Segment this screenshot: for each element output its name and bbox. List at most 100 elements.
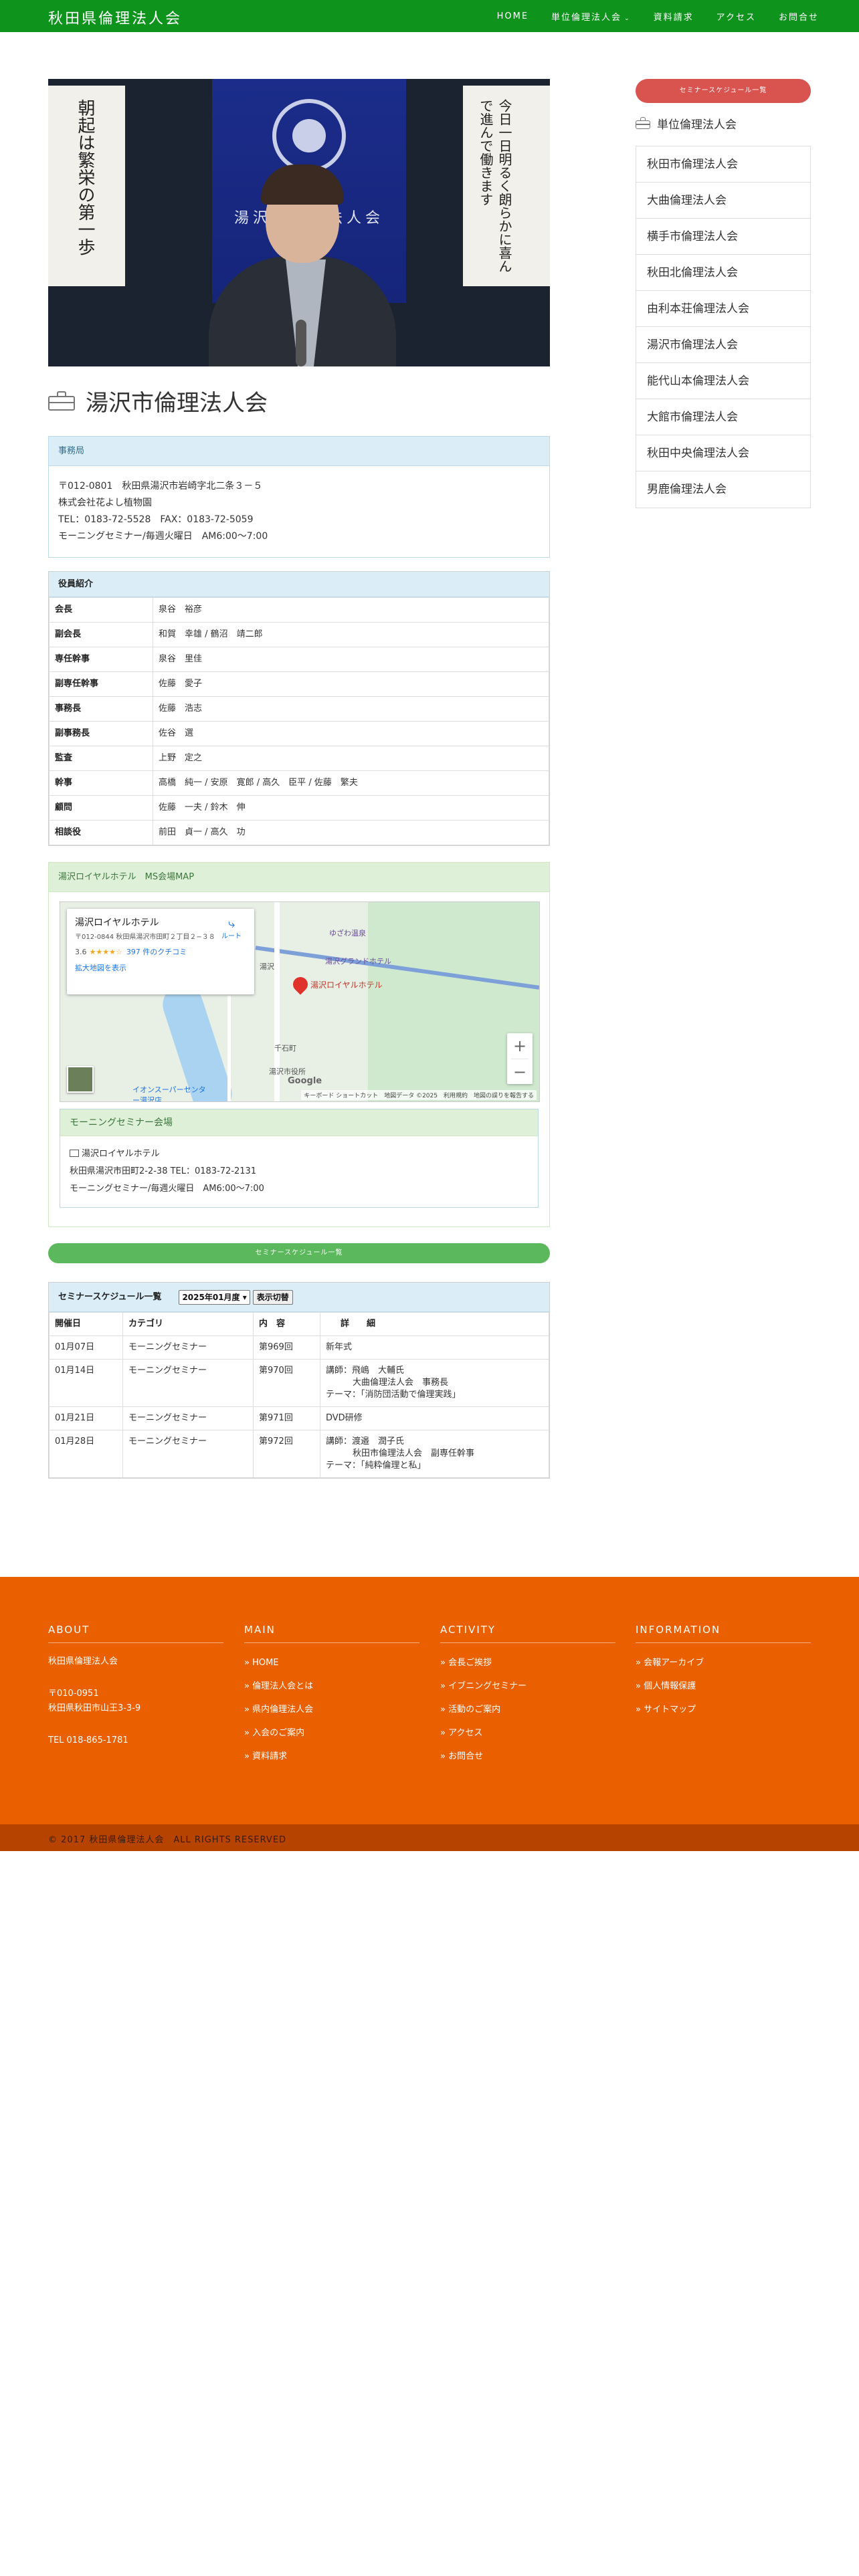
map-satellite-toggle[interactable] bbox=[67, 1066, 94, 1093]
row-content: 第971回 bbox=[253, 1406, 320, 1430]
detail-line: DVD研修 bbox=[326, 1413, 363, 1423]
map-panel-heading: 湯沢ロイヤルホテル MS会場MAP bbox=[49, 863, 549, 892]
row-date: 01月07日 bbox=[49, 1335, 123, 1360]
sidebar-unit-list: 秋田市倫理法人会 大曲倫理法人会 横手市倫理法人会 秋田北倫理法人会 由利本荘倫… bbox=[636, 146, 811, 508]
footer-link-access[interactable]: » アクセス bbox=[440, 1721, 615, 1745]
seminar-schedule-button[interactable]: セミナースケジュール一覧 bbox=[48, 1243, 550, 1263]
nav-request[interactable]: 資料請求 bbox=[654, 10, 694, 23]
footer-link-archive[interactable]: » 会報アーカイブ bbox=[636, 1651, 811, 1675]
office-address: 〒012-0801 秋田県湯沢市岩崎字北二条３－５ bbox=[58, 481, 263, 492]
nav-home[interactable]: HOME bbox=[497, 11, 529, 21]
footer-link-join[interactable]: » 入会のご案内 bbox=[244, 1721, 419, 1745]
footer-address: 秋田県秋田市山王3-3-9 bbox=[48, 1703, 141, 1713]
sidebar: セミナースケジュール一覧 単位倫理法人会 秋田市倫理法人会 大曲倫理法人会 横手… bbox=[636, 79, 811, 508]
table-row: 副事務長 佐谷 選 bbox=[49, 721, 549, 746]
row-content: 第970回 bbox=[253, 1359, 320, 1407]
schedule-heading-row: セミナースケジュール一覧 2025年01月度 ▾ 表示切替 bbox=[49, 1283, 549, 1312]
detail-line: 講師：飛嶋 大輔氏 bbox=[326, 1366, 405, 1376]
sidebar-item-omagari[interactable]: 大曲倫理法人会 bbox=[636, 183, 810, 219]
footer-link-evening-seminar[interactable]: » イブニングセミナー bbox=[440, 1675, 615, 1698]
directions-icon: ⤷ bbox=[227, 917, 235, 931]
nav-home-label: HOME bbox=[496, 11, 529, 21]
footer-main-heading: MAIN bbox=[244, 1624, 419, 1643]
footer-link-home[interactable]: » HOME bbox=[244, 1651, 419, 1675]
footer-information-heading: INFORMATION bbox=[636, 1624, 811, 1643]
col-date: 開催日 bbox=[49, 1312, 123, 1336]
officer-role: 副会長 bbox=[49, 622, 153, 647]
footer-link-request[interactable]: » 資料請求 bbox=[244, 1745, 419, 1768]
officers-panel: 役員紹介 会長 泉谷 裕彦 副会長 和賀 幸雄 / 鶴沼 靖二郎 専任幹事 泉谷 里佳… bbox=[48, 571, 550, 846]
table-row: 事務長 佐藤 浩志 bbox=[49, 696, 549, 722]
detail-line: テーマ：「消防団活動で倫理実践」 bbox=[326, 1390, 461, 1400]
footer-link-sitemap[interactable]: » サイトマップ bbox=[636, 1698, 811, 1721]
officer-names: 和賀 幸雄 / 鶴沼 靖二郎 bbox=[153, 622, 549, 647]
sidebar-item-yuzawa[interactable]: 湯沢市倫理法人会 bbox=[636, 327, 810, 363]
venue-schedule: モーニングセミナー/毎週火曜日 AM6:00〜7:00 bbox=[70, 1184, 264, 1194]
table-row: 01月14日 モーニングセミナー 第970回 講師：飛嶋 大輔氏 大曲倫理法人会… bbox=[49, 1359, 549, 1407]
map-larger-link[interactable]: 拡大地図を表示 bbox=[75, 962, 246, 973]
officer-names: 高橋 純一 / 安原 寛郎 / 高久 臣平 / 佐藤 繁夫 bbox=[153, 770, 549, 796]
office-company: 株式会社花よし植物園 bbox=[58, 498, 152, 508]
table-row: 副会長 和賀 幸雄 / 鶴沼 靖二郎 bbox=[49, 622, 549, 647]
nav-contact[interactable]: お問合せ bbox=[779, 10, 819, 23]
officers-heading: 役員紹介 bbox=[49, 572, 549, 597]
officers-table: 会長 泉谷 裕彦 副会長 和賀 幸雄 / 鶴沼 靖二郎 専任幹事 泉谷 里佳 副専任幹… bbox=[49, 597, 549, 845]
month-select-value: 2025年01月度 bbox=[182, 1292, 240, 1302]
footer-link-about-rinri[interactable]: » 倫理法人会とは bbox=[244, 1675, 419, 1698]
map-reviews-link[interactable]: 397 件のクチコミ bbox=[126, 948, 187, 956]
site-title[interactable]: 秋田県倫理法人会 bbox=[48, 7, 182, 28]
row-date: 01月28日 bbox=[49, 1430, 123, 1478]
footer-activity-heading: ACTIVITY bbox=[440, 1624, 615, 1643]
footer-link-greeting[interactable]: » 会長ご挨拶 bbox=[440, 1651, 615, 1675]
map-attribution[interactable]: キーボード ショートカット 地図データ ©2025 利用規約 地図の誤りを報告す… bbox=[301, 1090, 537, 1100]
sidebar-item-akita[interactable]: 秋田市倫理法人会 bbox=[636, 146, 810, 183]
sidebar-item-akita-kita[interactable]: 秋田北倫理法人会 bbox=[636, 255, 810, 291]
footer-link-contact[interactable]: » お問合せ bbox=[440, 1745, 615, 1768]
office-panel: 事務局 〒012-0801 秋田県湯沢市岩崎字北二条３－５ 株式会社花よし植物園… bbox=[48, 436, 550, 558]
sidebar-item-odate[interactable]: 大館市倫理法人会 bbox=[636, 399, 810, 435]
footer-information: INFORMATION » 会報アーカイブ » 個人情報保護 » サイトマップ bbox=[636, 1624, 811, 1721]
officer-role: 顧問 bbox=[49, 795, 153, 821]
sidebar-item-noshiro-yamamoto[interactable]: 能代山本倫理法人会 bbox=[636, 363, 810, 399]
footer-link-units[interactable]: » 県内倫理法人会 bbox=[244, 1698, 419, 1721]
map-info-card: 湯沢ロイヤルホテル 〒012-0844 秋田県湯沢市田町２丁目２−３８ 3.6 ★… bbox=[67, 909, 254, 994]
month-select[interactable]: 2025年01月度 ▾ bbox=[179, 1289, 250, 1305]
sidebar-heading-row: 単位倫理法人会 bbox=[636, 115, 811, 132]
footer-tel: TEL 018-865-1781 bbox=[48, 1735, 128, 1745]
sidebar-item-akita-chuo[interactable]: 秋田中央倫理法人会 bbox=[636, 435, 810, 471]
footer-about: ABOUT 秋田県倫理法人会 〒010-0951 秋田県秋田市山王3-3-9 T… bbox=[48, 1624, 223, 1747]
map-label-onsen: ゆざわ温泉 bbox=[329, 929, 366, 938]
show-toggle-button[interactable]: 表示切替 bbox=[252, 1289, 293, 1305]
sidebar-seminar-schedule-button[interactable]: セミナースケジュール一覧 bbox=[636, 79, 811, 103]
zoom-in-button[interactable]: + bbox=[507, 1033, 533, 1059]
footer-link-activities[interactable]: » 活動のご案内 bbox=[440, 1698, 615, 1721]
nav-units[interactable]: 単位倫理法人会 ⌄ bbox=[551, 10, 631, 23]
detail-line: 大曲倫理法人会 事務長 bbox=[353, 1378, 449, 1388]
schedule-panel: セミナースケジュール一覧 2025年01月度 ▾ 表示切替 開催日 カテゴリ 内… bbox=[48, 1282, 550, 1479]
row-content: 第969回 bbox=[253, 1335, 320, 1360]
officer-role: 副事務長 bbox=[49, 721, 153, 746]
footer-link-privacy[interactable]: » 個人情報保護 bbox=[636, 1675, 811, 1698]
row-date: 01月14日 bbox=[49, 1359, 123, 1407]
zoom-out-button[interactable]: − bbox=[507, 1059, 533, 1085]
building-icon bbox=[70, 1150, 79, 1157]
sidebar-item-yokote[interactable]: 横手市倫理法人会 bbox=[636, 219, 810, 255]
map-wrap: ゆざわ温泉 湯沢グランドホテル 湯沢 千石町 湯沢市役所 イオンスーパーセンター… bbox=[49, 892, 549, 1226]
col-content: 内 容 bbox=[253, 1312, 320, 1336]
sidebar-item-oga[interactable]: 男鹿倫理法人会 bbox=[636, 471, 810, 508]
officer-names: 泉谷 里佳 bbox=[153, 647, 549, 672]
map-route-button[interactable]: ⤷ ルート bbox=[217, 917, 246, 941]
table-row: 会長 泉谷 裕彦 bbox=[49, 597, 549, 623]
embedded-map[interactable]: ゆざわ温泉 湯沢グランドホテル 湯沢 千石町 湯沢市役所 イオンスーパーセンター… bbox=[60, 901, 540, 1102]
row-date: 01月21日 bbox=[49, 1406, 123, 1430]
sidebar-item-yurihonjo[interactable]: 由利本荘倫理法人会 bbox=[636, 291, 810, 327]
nav-access[interactable]: アクセス bbox=[717, 10, 756, 23]
map-pin-icon[interactable] bbox=[290, 974, 311, 995]
footer-org-name: 秋田県倫理法人会 bbox=[48, 1656, 118, 1667]
venue-name: 湯沢ロイヤルホテル bbox=[82, 1149, 160, 1159]
map-pin-label: 湯沢ロイヤルホテル bbox=[310, 980, 383, 990]
table-header-row: 開催日 カテゴリ 内 容 詳 細 bbox=[49, 1312, 549, 1336]
sidebar-heading: 単位倫理法人会 bbox=[657, 118, 737, 132]
map-zoom-control: + − bbox=[507, 1033, 533, 1084]
row-content: 第972回 bbox=[253, 1430, 320, 1478]
